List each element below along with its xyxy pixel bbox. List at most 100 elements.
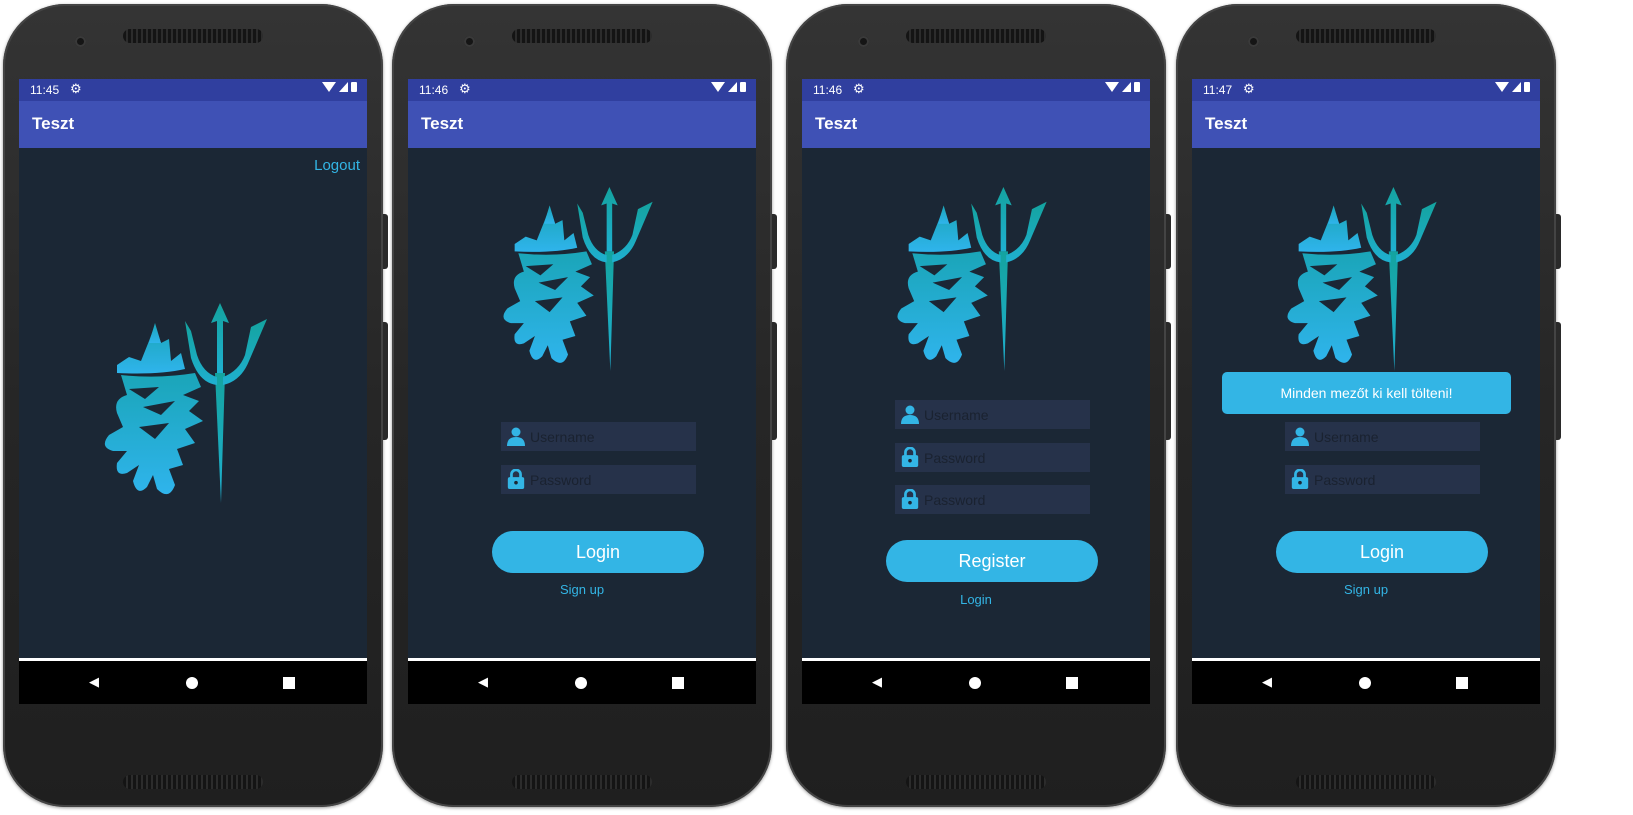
battery-icon bbox=[1134, 82, 1140, 92]
phone-frame-4: 11:47 ⚙ Teszt Minden mezőt ki kell tölte… bbox=[1176, 4, 1561, 807]
volume-button bbox=[772, 322, 777, 440]
app-bar: Teszt bbox=[802, 101, 1150, 148]
top-speaker bbox=[1296, 29, 1436, 43]
gear-icon: ⚙ bbox=[1243, 81, 1255, 96]
navigation-bar: ◀ bbox=[19, 658, 367, 704]
signup-link[interactable]: Sign up bbox=[408, 582, 756, 597]
password-field[interactable] bbox=[895, 443, 1090, 472]
system-icons bbox=[711, 82, 746, 92]
home-icon[interactable] bbox=[575, 677, 587, 689]
status-time: 11:46 bbox=[419, 83, 449, 97]
username-field[interactable] bbox=[895, 400, 1090, 429]
poseidon-trident-logo bbox=[892, 187, 1067, 371]
app-title: Teszt bbox=[815, 114, 858, 133]
system-icons bbox=[322, 82, 357, 92]
signal-icon bbox=[1122, 82, 1131, 92]
password-field[interactable] bbox=[1285, 465, 1480, 494]
volume-button bbox=[1166, 322, 1171, 440]
lock-icon bbox=[900, 489, 920, 509]
back-icon[interactable]: ◀ bbox=[1262, 674, 1272, 690]
login-button[interactable]: Login bbox=[492, 531, 704, 573]
phone-frame-2: 11:46 ⚙ Teszt Login Sign up ◀ bbox=[392, 4, 777, 807]
top-speaker bbox=[906, 29, 1046, 43]
status-time: 11:45 bbox=[30, 83, 60, 97]
validation-toast: Minden mezőt ki kell tölteni! bbox=[1222, 372, 1511, 414]
status-bar: 11:46 ⚙ bbox=[408, 79, 756, 101]
username-input[interactable] bbox=[530, 422, 690, 451]
lock-icon bbox=[506, 469, 526, 489]
confirm-password-input[interactable] bbox=[924, 485, 1084, 514]
username-input[interactable] bbox=[924, 400, 1084, 429]
app-bar: Teszt bbox=[19, 101, 367, 148]
battery-icon bbox=[740, 82, 746, 92]
navigation-bar: ◀ bbox=[408, 658, 756, 704]
status-bar: 11:47 ⚙ bbox=[1192, 79, 1540, 101]
recents-icon[interactable] bbox=[1066, 677, 1078, 689]
password-input[interactable] bbox=[924, 443, 1084, 472]
back-icon[interactable]: ◀ bbox=[872, 674, 882, 690]
recents-icon[interactable] bbox=[672, 677, 684, 689]
bottom-speaker bbox=[512, 775, 652, 789]
power-button bbox=[772, 214, 777, 269]
front-camera bbox=[1248, 36, 1259, 47]
home-icon[interactable] bbox=[186, 677, 198, 689]
bottom-speaker bbox=[906, 775, 1046, 789]
status-time: 11:47 bbox=[1203, 83, 1233, 97]
power-button bbox=[383, 214, 388, 269]
signal-icon bbox=[339, 82, 348, 92]
volume-button bbox=[1556, 322, 1561, 440]
username-input[interactable] bbox=[1314, 422, 1474, 451]
gear-icon: ⚙ bbox=[459, 81, 471, 96]
screen-home: 11:45 ⚙ Teszt Logout ◀ bbox=[19, 79, 367, 704]
gear-icon: ⚙ bbox=[70, 81, 82, 96]
status-time: 11:46 bbox=[813, 83, 843, 97]
signal-icon bbox=[728, 82, 737, 92]
username-field[interactable] bbox=[1285, 422, 1480, 451]
signup-link[interactable]: Sign up bbox=[1192, 582, 1540, 597]
recents-icon[interactable] bbox=[283, 677, 295, 689]
phone-frame-3: 11:46 ⚙ Teszt Register Login ◀ bbox=[786, 4, 1171, 807]
login-link[interactable]: Login bbox=[802, 592, 1150, 607]
screen-login-error: 11:47 ⚙ Teszt Minden mezőt ki kell tölte… bbox=[1192, 79, 1540, 704]
screen-login: 11:46 ⚙ Teszt Login Sign up ◀ bbox=[408, 79, 756, 704]
system-icons bbox=[1105, 82, 1140, 92]
battery-icon bbox=[1524, 82, 1530, 92]
app-title: Teszt bbox=[421, 114, 464, 133]
signal-icon bbox=[1512, 82, 1521, 92]
app-bar: Teszt bbox=[408, 101, 756, 148]
home-icon[interactable] bbox=[969, 677, 981, 689]
power-button bbox=[1556, 214, 1561, 269]
register-button[interactable]: Register bbox=[886, 540, 1098, 582]
app-title: Teszt bbox=[1205, 114, 1248, 133]
back-icon[interactable]: ◀ bbox=[478, 674, 488, 690]
battery-icon bbox=[351, 82, 357, 92]
navigation-bar: ◀ bbox=[802, 658, 1150, 704]
password-input[interactable] bbox=[1314, 465, 1474, 494]
recents-icon[interactable] bbox=[1456, 677, 1468, 689]
poseidon-trident-logo bbox=[99, 303, 289, 503]
username-field[interactable] bbox=[501, 422, 696, 451]
password-field[interactable] bbox=[501, 465, 696, 494]
password-input[interactable] bbox=[530, 465, 690, 494]
bottom-speaker bbox=[1296, 775, 1436, 789]
phone-frame-1: 11:45 ⚙ Teszt Logout ◀ bbox=[3, 4, 388, 807]
screen-register: 11:46 ⚙ Teszt Register Login ◀ bbox=[802, 79, 1150, 704]
user-icon bbox=[900, 404, 920, 424]
wifi-icon bbox=[711, 82, 725, 92]
gear-icon: ⚙ bbox=[853, 81, 865, 96]
poseidon-trident-logo bbox=[1282, 187, 1457, 371]
volume-button bbox=[383, 322, 388, 440]
status-bar: 11:46 ⚙ bbox=[802, 79, 1150, 101]
front-camera bbox=[858, 36, 869, 47]
wifi-icon bbox=[1105, 82, 1119, 92]
wifi-icon bbox=[322, 82, 336, 92]
logout-link[interactable]: Logout bbox=[314, 157, 360, 174]
front-camera bbox=[75, 36, 86, 47]
login-button[interactable]: Login bbox=[1276, 531, 1488, 573]
user-icon bbox=[1290, 426, 1310, 446]
bottom-speaker bbox=[123, 775, 263, 789]
back-icon[interactable]: ◀ bbox=[89, 674, 99, 690]
home-icon[interactable] bbox=[1359, 677, 1371, 689]
app-title: Teszt bbox=[32, 114, 75, 133]
confirm-password-field[interactable] bbox=[895, 485, 1090, 514]
